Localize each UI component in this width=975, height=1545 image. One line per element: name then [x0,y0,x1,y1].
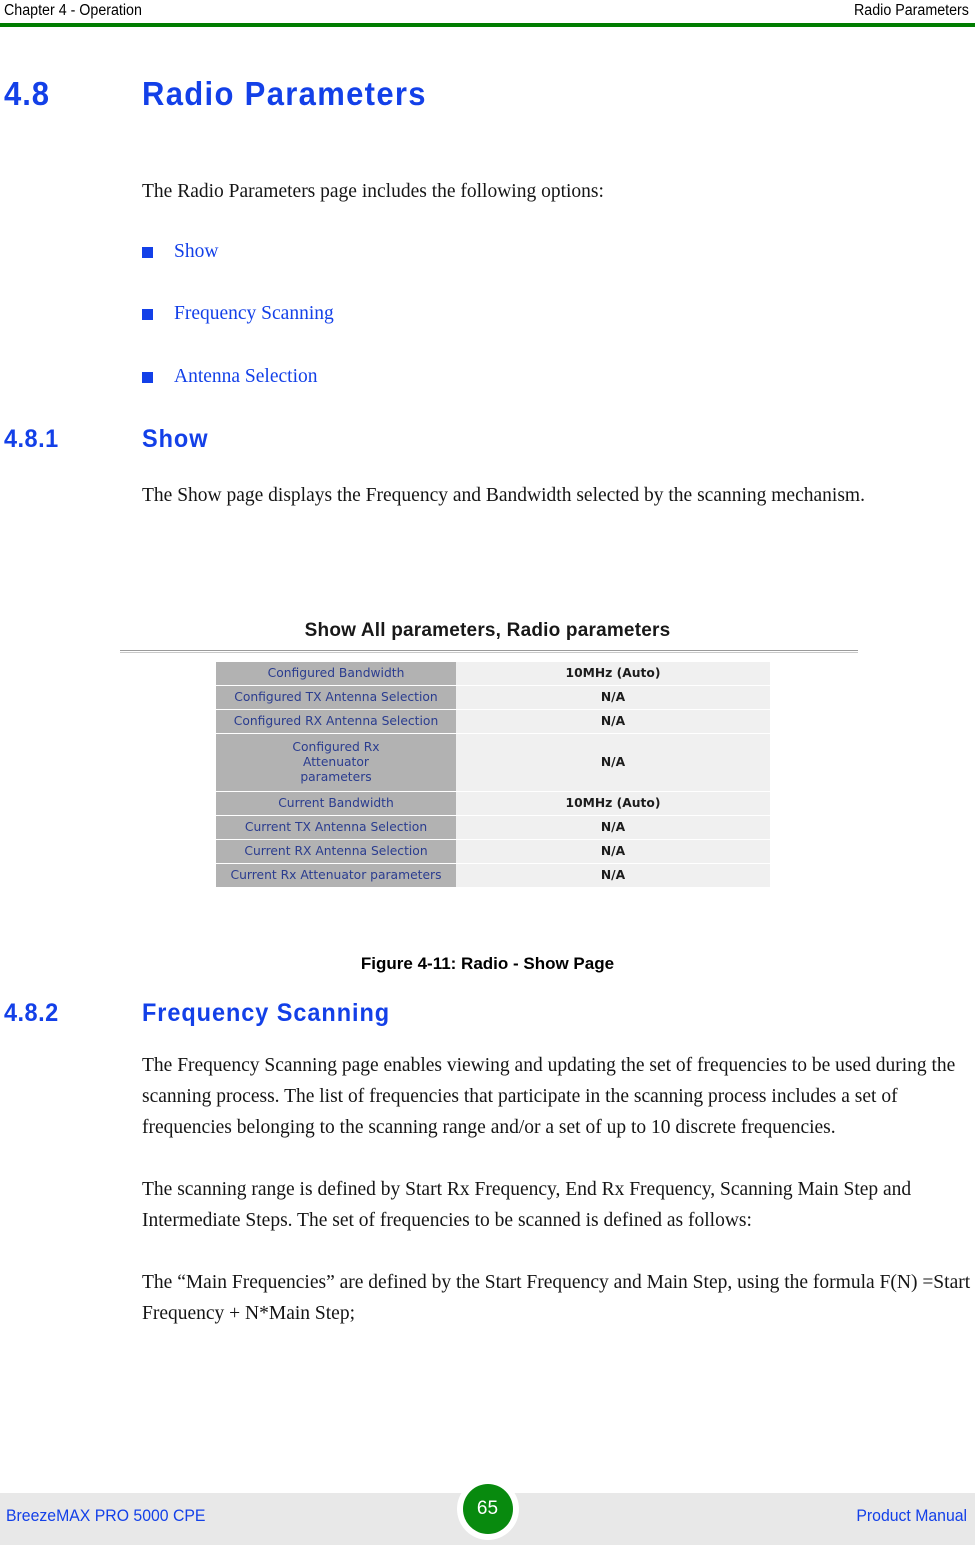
header-chapter-label: Chapter 4 - Operation [4,2,142,19]
heading-4-8-1-title: Show [142,425,209,453]
param-value: N/A [456,733,770,792]
param-value: 10MHz (Auto) [456,662,770,686]
radio-parameters-table: Configured Bandwidth 10MHz (Auto) Config… [216,662,770,887]
param-label: Current Rx Attenuator parameters [216,863,456,887]
figure-title-divider [120,650,858,653]
footer-product-name: BreezeMAX PRO 5000 CPE [6,1506,206,1525]
heading-4-8-2-title: Frequency Scanning [142,999,391,1027]
header-section-label: Radio Parameters [854,2,969,19]
param-value: N/A [456,839,770,864]
table-row: Configured TX Antenna Selection N/A [216,685,770,710]
table-row: Current RX Antenna Selection N/A [216,839,770,864]
table-row: Configured RX Antenna Selection N/A [216,709,770,734]
table-row: Current Rx Attenuator parameters N/A [216,863,770,887]
heading-4-8-1-number: 4.8.1 [4,425,59,453]
bullet-square-icon [142,247,153,258]
list-item-label[interactable]: Antenna Selection [174,363,318,391]
figure-embedded-title: Show All parameters, Radio parameters [304,620,671,641]
list-item-label[interactable]: Frequency Scanning [174,300,334,328]
table-row: Configured Rx Attenuator parameters N/A [216,733,770,792]
table-row: Current TX Antenna Selection N/A [216,815,770,840]
list-item-label[interactable]: Show [174,238,218,266]
bullet-square-icon [142,309,153,320]
section-4-8-2-paragraph-2: The scanning range is defined by Start R… [142,1179,912,1231]
section-4-8-1-paragraph: The Show page displays the Frequency and… [142,485,865,506]
section-4-8-2-paragraph-1: The Frequency Scanning page enables view… [142,1055,956,1138]
param-value: N/A [456,709,770,734]
table-row: Current Bandwidth 10MHz (Auto) [216,791,770,816]
param-label: Configured TX Antenna Selection [216,685,456,710]
param-value: 10MHz (Auto) [456,791,770,816]
param-value: N/A [456,863,770,887]
table-row: Configured Bandwidth 10MHz (Auto) [216,662,770,686]
footer-document-type: Product Manual [856,1506,967,1525]
heading-4-8-number: 4.8 [4,75,50,112]
param-label: Current RX Antenna Selection [216,839,456,864]
section-4-8-intro-paragraph: The Radio Parameters page includes the f… [142,181,604,202]
section-4-8-2-paragraph-3: The “Main Frequencies” are defined by th… [142,1272,971,1324]
heading-4-8-title: Radio Parameters [142,75,427,112]
heading-4-8-2-number: 4.8.2 [4,999,59,1027]
param-label: Configured Bandwidth [216,662,456,686]
figure-caption: Figure 4-11: Radio - Show Page [360,954,615,973]
param-label: Configured Rx Attenuator parameters [216,733,456,792]
header-divider-rule [0,23,975,27]
param-value: N/A [456,815,770,840]
param-value: N/A [456,685,770,710]
param-label: Current Bandwidth [216,791,456,816]
page-number-badge: 65 [462,1484,513,1534]
bullet-square-icon [142,372,153,383]
param-label: Current TX Antenna Selection [216,815,456,840]
param-label: Configured RX Antenna Selection [216,709,456,734]
